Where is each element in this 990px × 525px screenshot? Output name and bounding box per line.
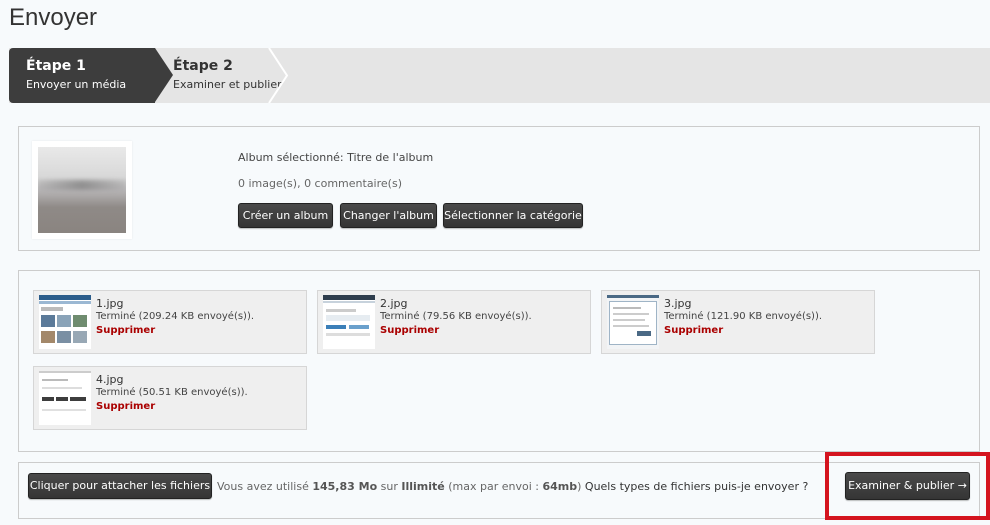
- file-card: 3.jpg Terminé (121.90 KB envoyé(s)). Sup…: [601, 290, 875, 354]
- album-selected-label: Album sélectionné: Titre de l'album: [238, 151, 434, 164]
- allowed-file-types-link[interactable]: Quels types de fichiers puis-je envoyer …: [585, 480, 808, 493]
- file-name: 1.jpg: [96, 297, 124, 310]
- file-thumbnail: [607, 295, 659, 349]
- file-thumbnail: [39, 371, 91, 425]
- page-title: Envoyer: [9, 4, 98, 31]
- max-upload-prefix: (max par envoi :: [448, 480, 539, 493]
- delete-file-link[interactable]: Supprimer: [380, 325, 439, 336]
- step-1[interactable]: Étape 1 Envoyer un média: [9, 48, 173, 103]
- usage-on: sur: [380, 480, 398, 493]
- create-album-button[interactable]: Créer un album: [238, 203, 333, 228]
- usage-prefix: Vous avez utilisé: [217, 480, 309, 493]
- review-publish-button[interactable]: Examiner & publier →: [845, 472, 970, 500]
- file-thumbnail: [323, 295, 375, 349]
- step-1-title: Étape 1: [26, 58, 86, 74]
- usage-info: Vous avez utilisé 145,83 Mo sur Illimité…: [217, 480, 808, 493]
- step-2-subtitle: Examiner et publier: [173, 78, 282, 91]
- album-cover-image: [32, 141, 132, 239]
- max-upload-value: 64mb: [542, 480, 578, 493]
- file-card: 2.jpg Terminé (79.56 KB envoyé(s)). Supp…: [317, 290, 591, 354]
- uploaded-files-panel: 1.jpg Terminé (209.24 KB envoyé(s)). Sup…: [18, 270, 980, 452]
- file-status: Terminé (50.51 KB envoyé(s)).: [96, 387, 248, 398]
- file-name: 3.jpg: [664, 297, 692, 310]
- file-status: Terminé (79.56 KB envoyé(s)).: [380, 311, 532, 322]
- usage-limit: Illimité: [401, 480, 445, 493]
- file-card: 1.jpg Terminé (209.24 KB envoyé(s)). Sup…: [33, 290, 307, 354]
- steps-bar: Étape 1 Envoyer un média Étape 2 Examine…: [9, 48, 990, 103]
- file-name: 2.jpg: [380, 297, 408, 310]
- change-album-button[interactable]: Changer l'album: [340, 203, 437, 228]
- file-name: 4.jpg: [96, 373, 124, 386]
- file-card: 4.jpg Terminé (50.51 KB envoyé(s)). Supp…: [33, 366, 307, 430]
- delete-file-link[interactable]: Supprimer: [96, 325, 155, 336]
- usage-used: 145,83 Mo: [312, 480, 378, 493]
- file-thumbnail: [39, 295, 91, 349]
- album-panel: Album sélectionné: Titre de l'album 0 im…: [18, 126, 980, 251]
- file-status: Terminé (209.24 KB envoyé(s)).: [96, 311, 255, 322]
- step-separator-chevron: [268, 48, 289, 103]
- select-category-button[interactable]: Sélectionner la catégorie: [443, 203, 583, 228]
- max-upload-suffix: ): [577, 480, 582, 493]
- step-2-title: Étape 2: [173, 58, 233, 74]
- attach-files-button[interactable]: Cliquer pour attacher les fichiers: [28, 473, 212, 499]
- step-2[interactable]: Étape 2 Examiner et publier: [155, 48, 285, 103]
- delete-file-link[interactable]: Supprimer: [664, 325, 723, 336]
- album-counts: 0 image(s), 0 commentaire(s): [238, 177, 402, 190]
- file-status: Terminé (121.90 KB envoyé(s)).: [664, 311, 823, 322]
- delete-file-link[interactable]: Supprimer: [96, 401, 155, 412]
- step-1-subtitle: Envoyer un média: [26, 78, 127, 91]
